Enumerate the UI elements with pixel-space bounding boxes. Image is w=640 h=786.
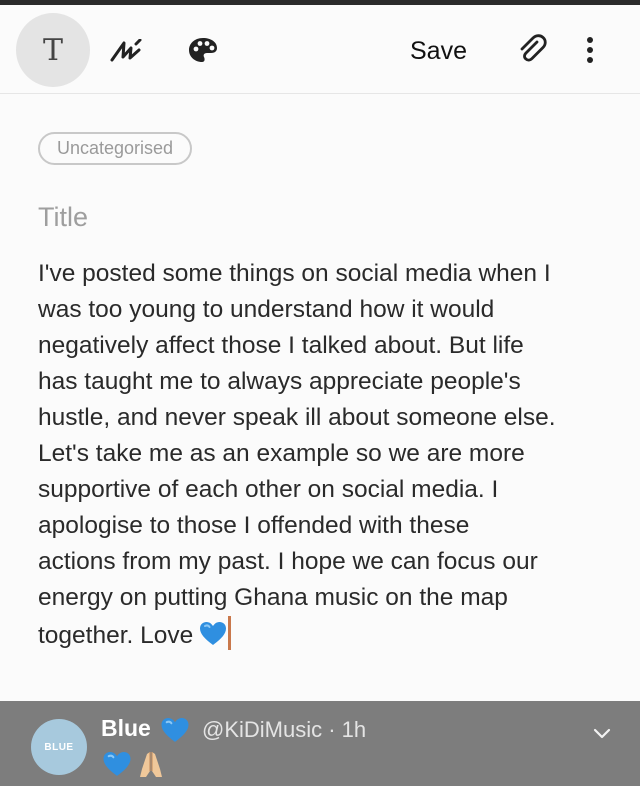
tweet-content <box>102 749 166 784</box>
tweet-preview[interactable]: BLUE Blue @KiDiMusic · 1h <box>0 701 640 786</box>
paperclip-icon <box>520 34 547 62</box>
text-cursor <box>228 616 232 650</box>
save-button[interactable]: Save <box>404 29 473 73</box>
pen-button[interactable] <box>106 31 146 71</box>
body-line: apologise to those I offended with these <box>38 512 470 539</box>
body-line: hustle, and never speak ill about someon… <box>38 404 556 431</box>
chevron-down-icon[interactable] <box>590 721 614 745</box>
body-line: I've posted some things on social media … <box>38 260 551 287</box>
text-format-icon: T <box>42 32 63 68</box>
body-line: negatively affect those I talked about. … <box>38 332 524 359</box>
note-body-editor[interactable]: I've posted some things on social media … <box>38 256 613 658</box>
title-field[interactable]: Title <box>38 202 88 233</box>
body-line: has taught me to always appreciate peopl… <box>38 368 521 395</box>
body-line: Let's take me as an example so we are mo… <box>38 440 525 467</box>
avatar[interactable]: BLUE <box>31 719 87 775</box>
body-line: together. Love <box>38 622 194 649</box>
body-line: supportive of each other on social media… <box>38 476 499 503</box>
attach-button[interactable] <box>510 27 554 71</box>
body-line: was too young to understand how it would <box>38 296 495 323</box>
body-line: energy on putting Ghana music on the map <box>38 584 508 611</box>
palette-button[interactable] <box>182 29 224 71</box>
folded-hands-icon <box>136 749 166 784</box>
tweet-handle-time: @KiDiMusic · 1h <box>202 717 367 742</box>
palette-icon <box>189 38 217 62</box>
blue-heart-icon <box>160 717 190 749</box>
text-format-button[interactable]: T <box>16 13 90 87</box>
body-line-last: together. Love <box>38 616 613 658</box>
category-chip[interactable]: Uncategorised <box>38 132 193 165</box>
editor-toolbar: T Save <box>0 5 640 94</box>
blue-heart-icon <box>102 751 132 783</box>
blue-heart-icon <box>199 621 227 658</box>
body-line: actions from my past. I hope we can focu… <box>38 548 538 575</box>
more-options-button[interactable] <box>572 27 608 73</box>
pen-icon <box>110 39 142 62</box>
more-vertical-icon <box>587 37 593 63</box>
tweet-display-name[interactable]: Blue <box>101 715 151 742</box>
